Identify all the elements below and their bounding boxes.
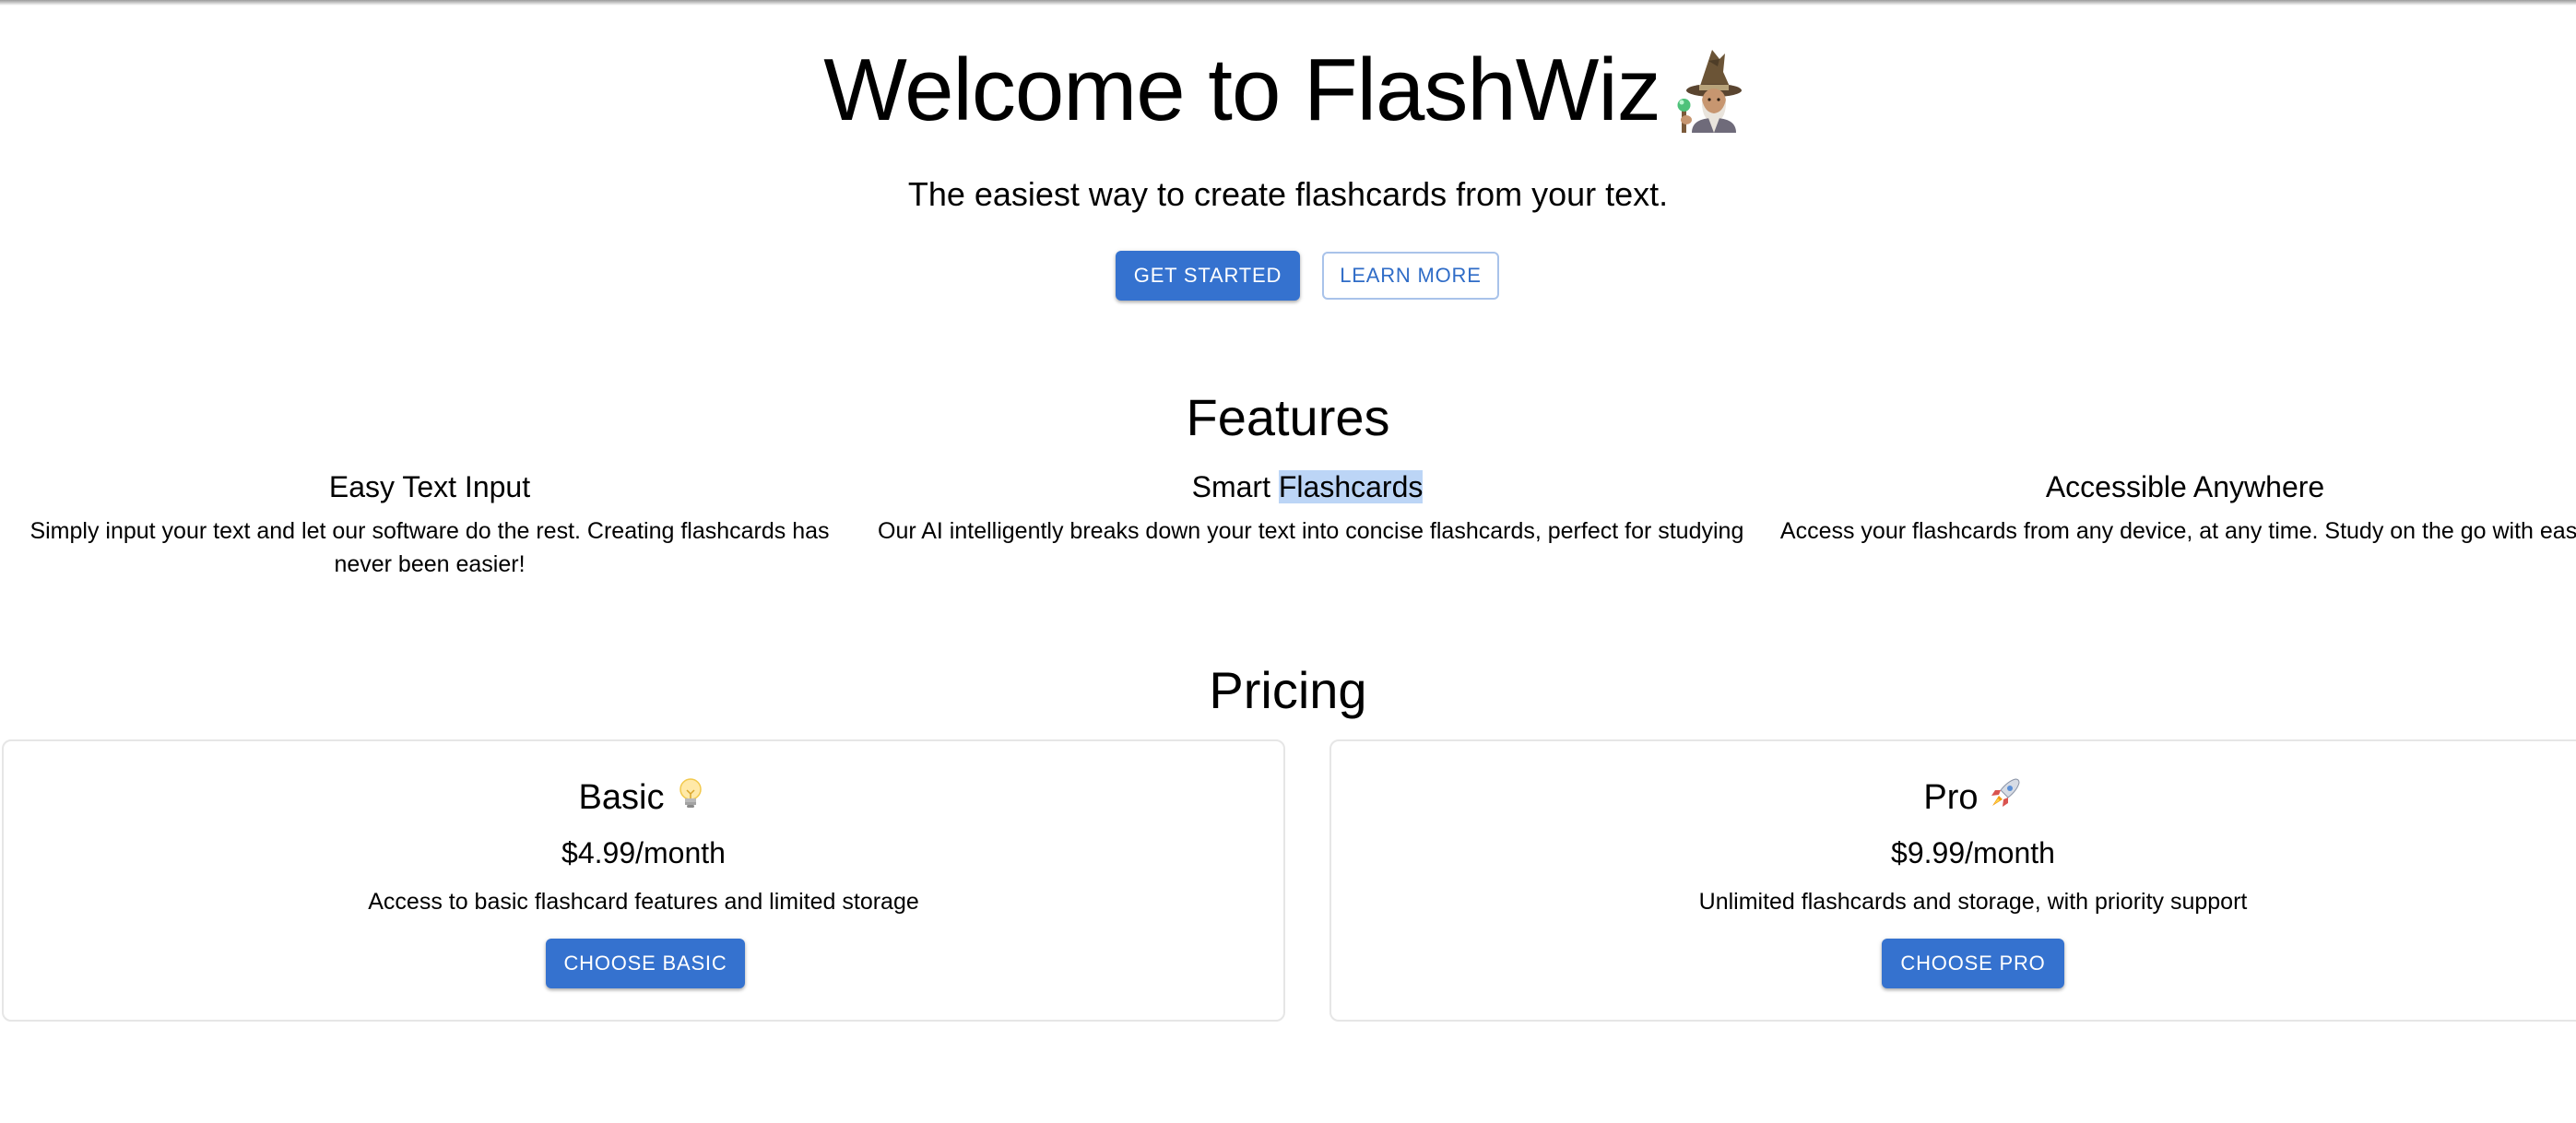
plan-name: Pro <box>1331 774 2576 821</box>
choose-pro-button[interactable]: CHOOSE PRO <box>1882 939 2064 988</box>
plan-description: Access to basic flashcard features and l… <box>368 889 919 915</box>
browser-top-shadow <box>0 0 2576 6</box>
feature-description: Simply input your text and let our softw… <box>30 518 830 577</box>
feature-title: Easy Text Input <box>328 470 531 503</box>
lightbulb-icon <box>679 778 703 808</box>
plan-price: $4.99/month <box>561 836 726 869</box>
plan-name: Basic <box>4 774 1283 821</box>
features-heading: Features <box>1186 388 1390 446</box>
feature-description: Access your flashcards from any device, … <box>1779 518 2576 544</box>
choose-basic-button[interactable]: CHOOSE BASIC <box>546 939 745 988</box>
feature-title-prefix: Smart <box>1191 470 1279 503</box>
hero-title-text: Welcome to FlashWiz <box>823 41 1660 139</box>
hero-subtitle: The easiest way to create flashcards fro… <box>907 175 1669 213</box>
feature-item-easy-text-input: Easy Text Input Simply input your text a… <box>0 468 859 581</box>
wizard-icon <box>1677 50 1742 133</box>
plan-name-text: Pro <box>1923 778 1979 817</box>
pricing-card-pro: Pro $9.99/month Unlimited flashcards and… <box>1329 739 2576 1022</box>
rocket-icon <box>1991 778 2020 807</box>
feature-item-accessible-anywhere: Accessible Anywhere Access your flashcar… <box>1755 468 2576 548</box>
feature-item-smart-flashcards: Smart Flashcards Our AI intelligently br… <box>878 468 1744 548</box>
feature-title-highlighted: Flashcards <box>1278 470 1424 503</box>
pricing-heading: Pricing <box>1209 661 1367 719</box>
feature-title: Accessible Anywhere <box>2045 470 2325 503</box>
get-started-button[interactable]: GET STARTED <box>1116 251 1300 301</box>
plan-description: Unlimited flashcards and storage, with p… <box>1698 889 2248 915</box>
pricing-card-basic: Basic $4.99/month Access to basic flashc… <box>2 739 1285 1022</box>
learn-more-button[interactable]: LEARN MORE <box>1322 252 1499 300</box>
hero-title: Welcome to FlashWiz <box>0 35 2576 146</box>
plan-price: $9.99/month <box>1891 836 2055 869</box>
feature-title: Smart Flashcards <box>878 468 1737 505</box>
plan-name-text: Basic <box>578 778 665 817</box>
feature-description: Our AI intelligently breaks down your te… <box>878 518 1744 544</box>
